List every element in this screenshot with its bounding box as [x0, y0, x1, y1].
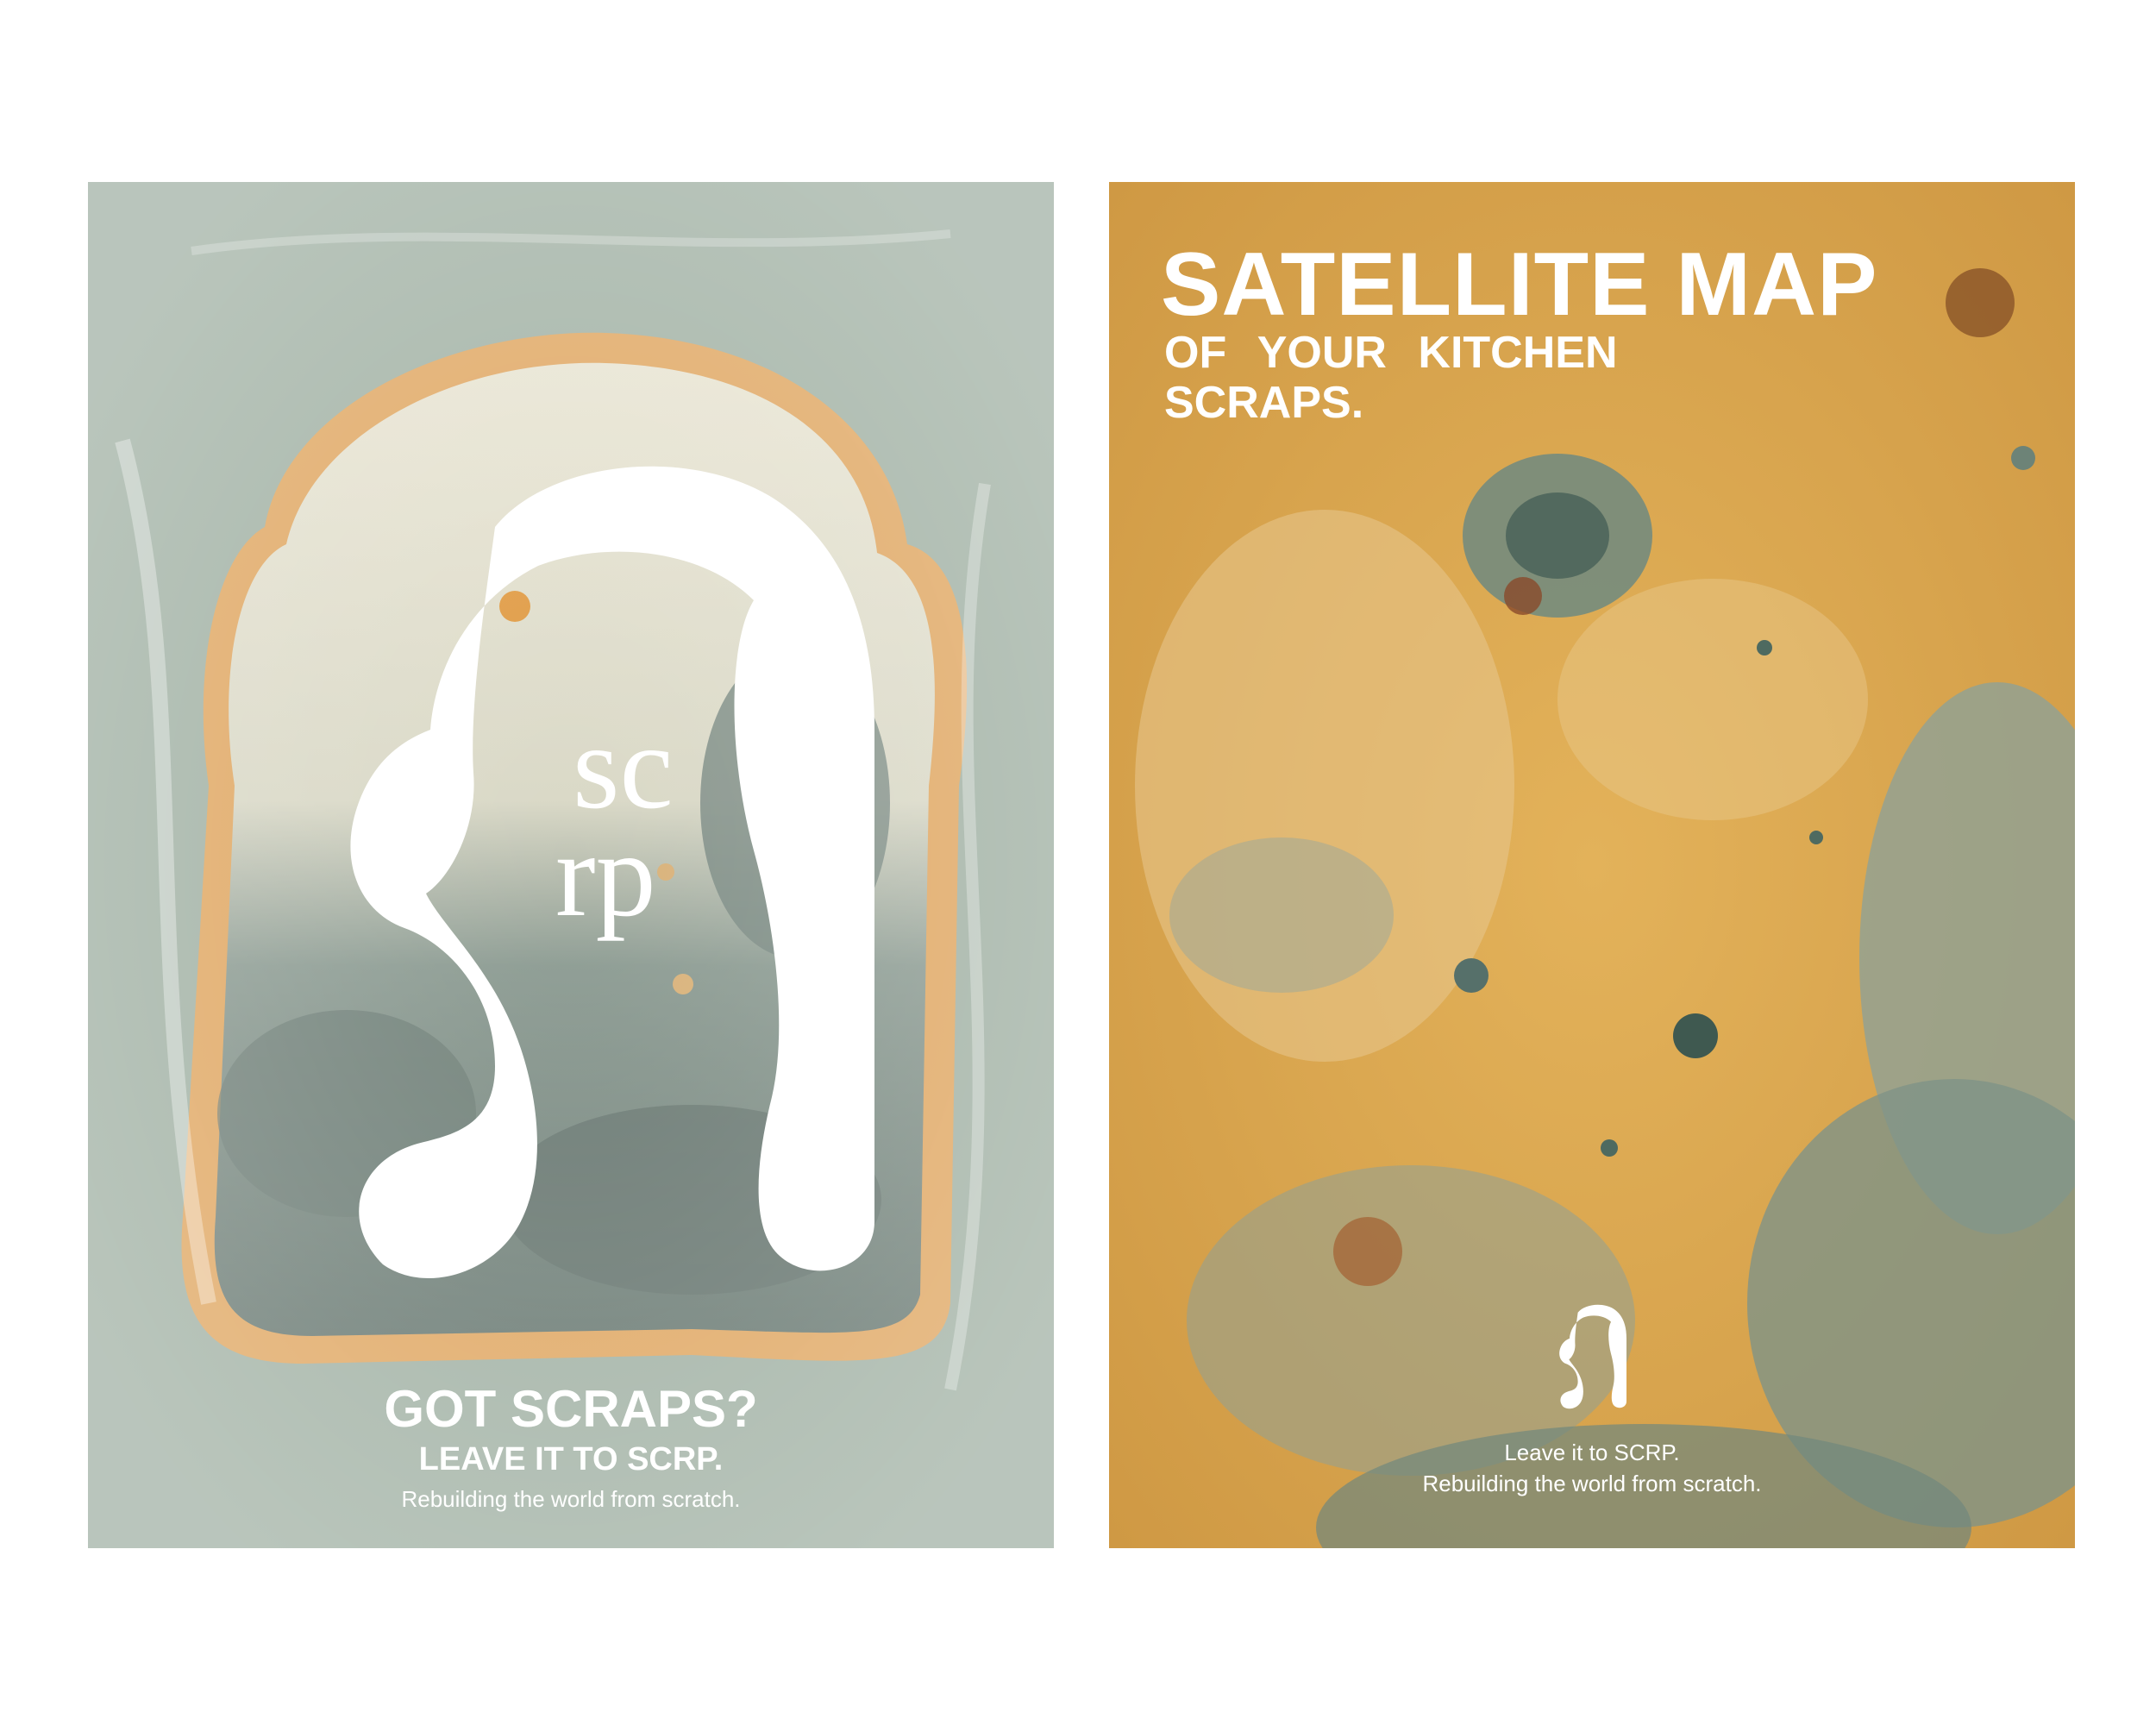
headline: GOT SCRAPS?: [384, 1380, 758, 1438]
subtitle-line-2: SCRAPS.: [1164, 378, 1364, 428]
logo-letters-rp: rp: [555, 808, 656, 942]
scrp-logo-icon: sc rp: [350, 466, 874, 1278]
tagline: Rebuilding the world from scratch.: [401, 1486, 741, 1512]
tagline-line-1: Leave it to SCRP.: [1504, 1440, 1680, 1465]
title: SATELLITE MAP: [1161, 235, 1878, 335]
poster-left: sc rp GOT SCRAPS? LEAVE IT TO SCRP. Rebu…: [88, 182, 1054, 1548]
subheadline: LEAVE IT TO SCRP.: [418, 1441, 724, 1477]
scrp-logo-small-icon: [1559, 1304, 1626, 1409]
poster-right: SATELLITE MAP OF YOUR KITCHEN SCRAPS. Le…: [1109, 182, 2075, 1548]
tagline-line-2: Rebuilding the world from scratch.: [1422, 1471, 1762, 1496]
subtitle-line-1: OF YOUR KITCHEN: [1164, 328, 1618, 378]
